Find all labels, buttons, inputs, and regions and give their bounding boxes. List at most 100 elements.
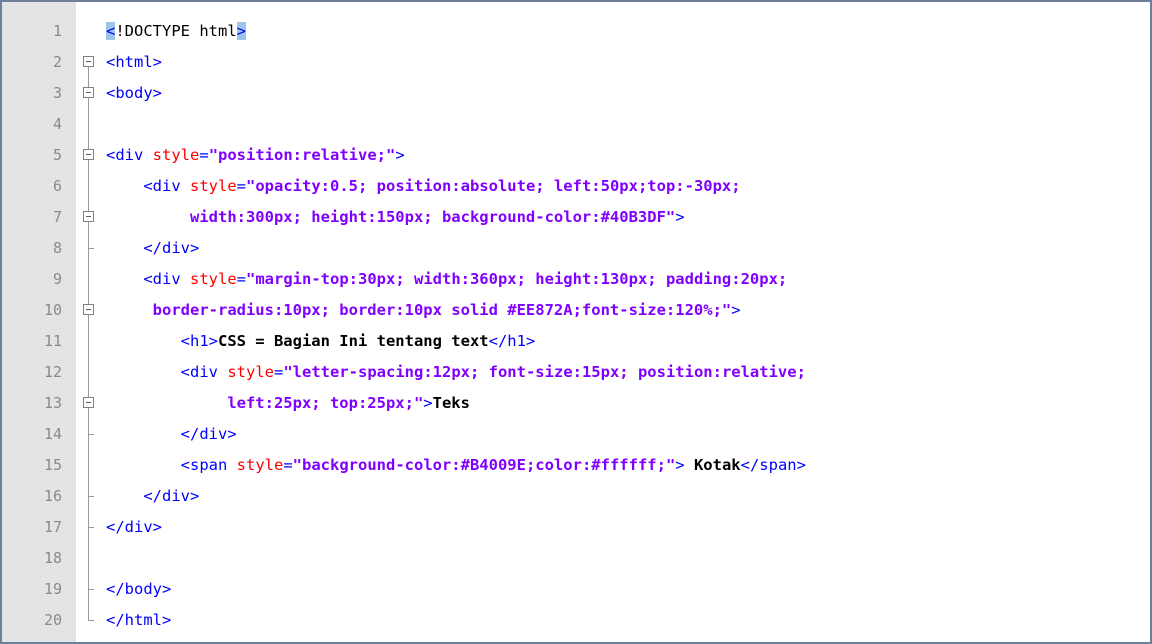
code-line[interactable]: 3 <body> — [2, 78, 1150, 109]
fold-toggle-icon[interactable] — [83, 78, 95, 109]
code-editor[interactable]: 1 <!DOCTYPE html> 2 <html> 3 <body> 4 5 <div sty… — [0, 0, 1152, 644]
fold-guide-icon — [83, 543, 95, 574]
code-token: <div — [180, 363, 228, 381]
code-token: </div> — [180, 425, 237, 443]
code-token: Teks — [432, 394, 470, 412]
code-token: </div> — [106, 518, 162, 536]
code-text[interactable]: left:25px; top:25px;">Teks — [106, 388, 470, 419]
code-line[interactable]: 14 </div> — [2, 419, 1150, 450]
line-number: 3 — [52, 84, 62, 102]
code-text[interactable]: <h1>CSS = Bagian Ini tentang text</h1> — [106, 326, 536, 357]
line-number: 5 — [52, 146, 62, 164]
fold-guide-icon — [83, 109, 95, 140]
code-text[interactable]: <div style="margin-top:30px; width:360px… — [106, 264, 787, 295]
code-text[interactable]: </div> — [106, 419, 237, 450]
code-line[interactable]: 2 <html> — [2, 47, 1150, 78]
code-line[interactable]: 1 <!DOCTYPE html> — [2, 16, 1150, 47]
code-line[interactable]: 7 width:300px; height:150px; background-… — [2, 202, 1150, 233]
line-number: 8 — [52, 239, 62, 257]
code-line[interactable]: 16 </div> — [2, 481, 1150, 512]
code-token: style — [190, 270, 237, 288]
fold-guide-icon — [83, 450, 95, 481]
line-number: 15 — [43, 456, 62, 474]
code-token: > — [675, 208, 685, 226]
code-line[interactable]: 20 </html> — [2, 605, 1150, 636]
code-text[interactable]: <body> — [106, 78, 162, 109]
line-number: 9 — [52, 270, 62, 288]
code-line[interactable]: 12 <div style="letter-spacing:12px; font… — [2, 357, 1150, 388]
code-line[interactable]: 17 </div> — [2, 512, 1150, 543]
fold-guide-icon — [83, 605, 95, 636]
line-number: 20 — [43, 611, 62, 629]
code-line[interactable]: 19 </body> — [2, 574, 1150, 605]
code-text[interactable]: <html> — [106, 47, 162, 78]
code-token: <div — [106, 146, 153, 164]
code-line[interactable]: 6 <div style="opacity:0.5; position:abso… — [2, 171, 1150, 202]
line-number: 1 — [52, 22, 62, 40]
code-text[interactable]: </body> — [106, 574, 171, 605]
code-line[interactable]: 15 <span style="background-color:#B4009E… — [2, 450, 1150, 481]
code-token: > — [675, 456, 685, 474]
code-text[interactable]: <span style="background-color:#B4009E;co… — [106, 450, 806, 481]
fold-guide-icon — [83, 16, 95, 47]
code-token: <span — [180, 456, 237, 474]
code-text[interactable]: border-radius:10px; border:10px solid #E… — [106, 295, 741, 326]
code-text[interactable]: </div> — [106, 512, 162, 543]
fold-guide-icon — [83, 419, 95, 450]
fold-toggle-icon[interactable] — [83, 388, 95, 419]
line-number: 11 — [43, 332, 62, 350]
fold-guide-icon — [83, 264, 95, 295]
fold-toggle-icon[interactable] — [83, 295, 95, 326]
code-token: "margin-top:30px; width:360px; height:13… — [246, 270, 788, 288]
code-line[interactable]: 18 — [2, 543, 1150, 574]
fold-toggle-icon[interactable] — [83, 140, 95, 171]
code-text[interactable]: </div> — [106, 233, 199, 264]
code-token: > — [423, 394, 433, 412]
code-text[interactable]: width:300px; height:150px; background-co… — [106, 202, 685, 233]
code-token: = — [236, 177, 247, 195]
code-text[interactable]: <div style="position:relative;"> — [106, 140, 405, 171]
code-token: style — [227, 363, 274, 381]
fold-guide-icon — [83, 512, 95, 543]
code-token: > — [395, 146, 405, 164]
line-number: 4 — [52, 115, 62, 133]
fold-toggle-icon[interactable] — [83, 47, 95, 78]
code-token: > — [236, 22, 247, 40]
code-token: !DOCTYPE html — [115, 22, 237, 40]
line-number: 16 — [43, 487, 62, 505]
code-text[interactable]: <div style="letter-spacing:12px; font-si… — [106, 357, 806, 388]
code-line[interactable]: 4 — [2, 109, 1150, 140]
code-token: <div — [143, 177, 190, 195]
code-line[interactable]: 13 left:25px; top:25px;">Teks — [2, 388, 1150, 419]
fold-toggle-icon[interactable] — [83, 202, 95, 233]
code-text[interactable]: <!DOCTYPE html> — [106, 16, 247, 47]
code-line[interactable]: 5 <div style="position:relative;"> — [2, 140, 1150, 171]
code-text[interactable]: </div> — [106, 481, 199, 512]
code-line[interactable]: 11 <h1>CSS = Bagian Ini tentang text</h1… — [2, 326, 1150, 357]
fold-guide-icon — [83, 326, 95, 357]
code-token: <div — [143, 270, 190, 288]
code-lines[interactable]: 1 <!DOCTYPE html> 2 <html> 3 <body> 4 5 <div sty… — [2, 16, 1150, 636]
line-number: 14 — [43, 425, 62, 443]
code-token: "background-color:#B4009E;color:#ffffff;… — [292, 456, 676, 474]
code-text[interactable]: <div style="opacity:0.5; position:absolu… — [106, 171, 740, 202]
line-number: 7 — [52, 208, 62, 226]
code-token: left:25px; top:25px;" — [106, 394, 424, 412]
line-number: 17 — [43, 518, 62, 536]
code-line[interactable]: 9 <div style="margin-top:30px; width:360… — [2, 264, 1150, 295]
line-number: 6 — [52, 177, 62, 195]
fold-guide-icon — [83, 481, 95, 512]
code-line[interactable]: 8 </div> — [2, 233, 1150, 264]
code-token: "position:relative;" — [208, 146, 396, 164]
code-token: CSS = Bagian Ini tentang text — [217, 332, 489, 350]
fold-guide-icon — [83, 574, 95, 605]
code-line[interactable]: 10 border-radius:10px; border:10px solid… — [2, 295, 1150, 326]
code-text[interactable]: </html> — [106, 605, 171, 636]
code-token: = — [283, 456, 293, 474]
code-token: border-radius:10px; border:10px solid #E… — [106, 301, 732, 319]
